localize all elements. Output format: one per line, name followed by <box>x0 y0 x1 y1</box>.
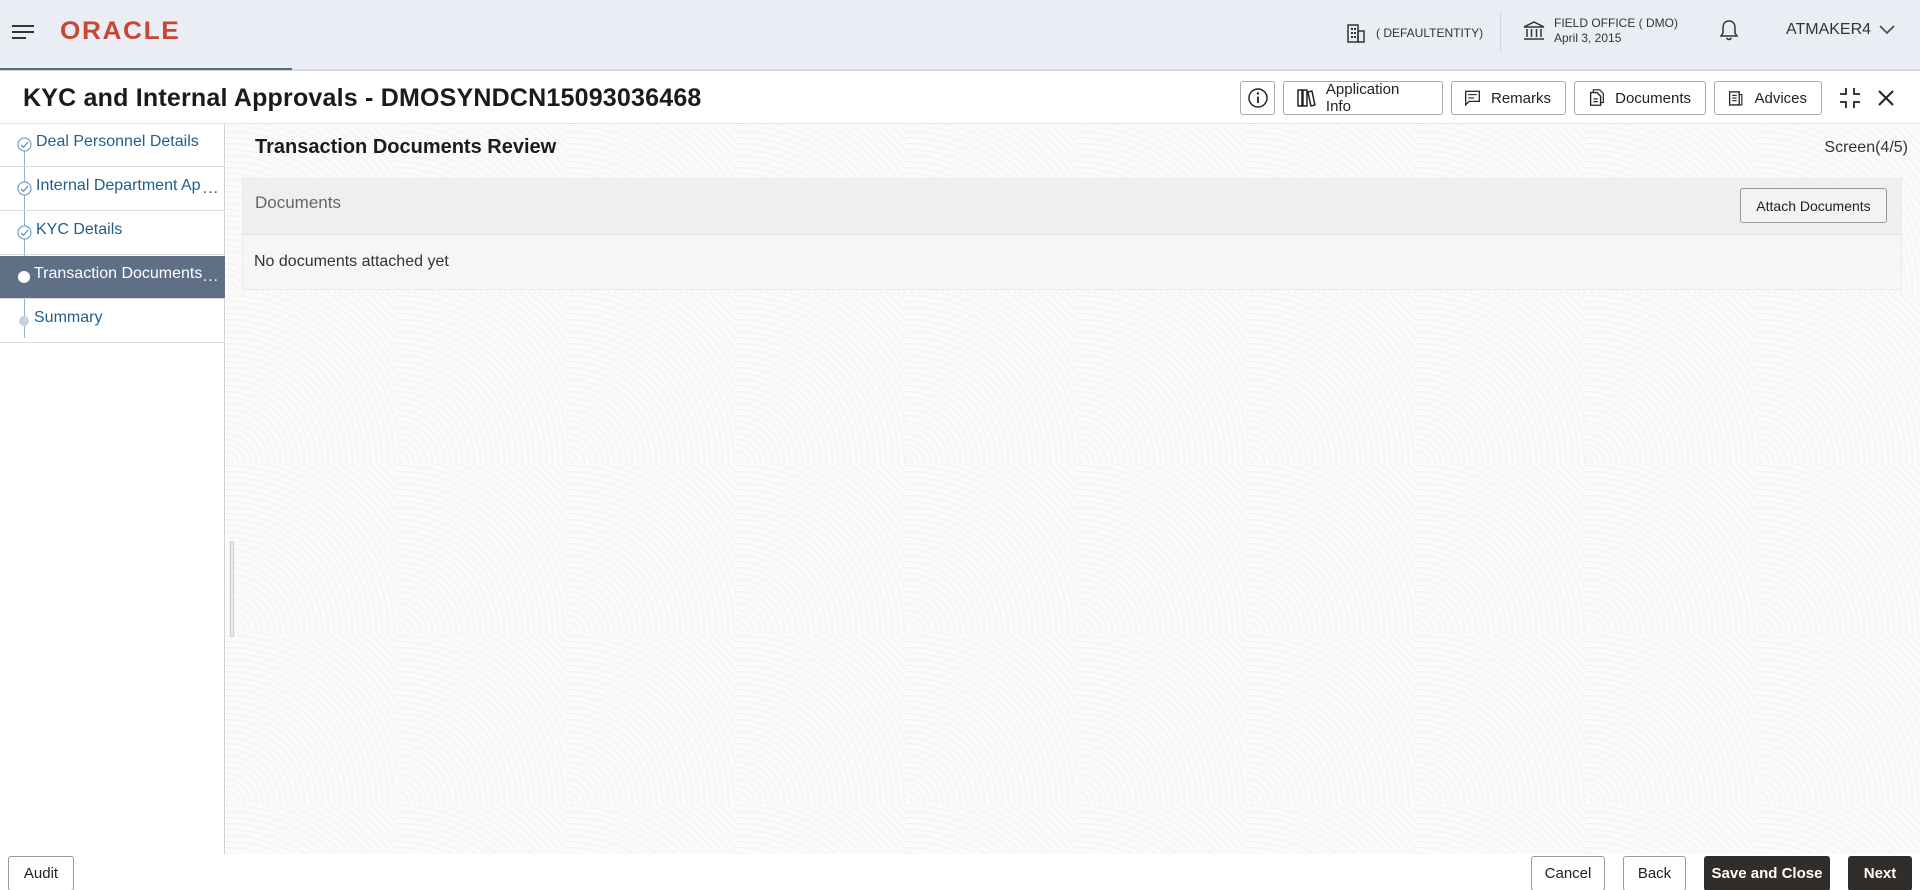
back-button[interactable]: Back <box>1623 856 1686 890</box>
office-selector[interactable]: FIELD OFFICE ( DMO) April 3, 2015 <box>1522 16 1678 46</box>
train-step-internal-department[interactable]: Internal Department Ap ... <box>0 168 225 211</box>
next-button[interactable]: Next <box>1848 856 1912 890</box>
remarks-icon <box>1465 90 1480 107</box>
panel-splitter-handle[interactable] <box>230 541 234 637</box>
pending-step-dot <box>19 316 29 326</box>
documents-panel: Documents Attach Documents No documents … <box>242 178 1902 290</box>
close-icon[interactable] <box>1874 86 1898 110</box>
chevron-down-icon <box>1879 25 1895 35</box>
application-info-button[interactable]: Application Info <box>1283 81 1443 115</box>
user-name: ATMAKER4 <box>1786 21 1872 38</box>
active-step-dot <box>18 271 30 283</box>
building-icon <box>1347 24 1365 43</box>
section-title: Transaction Documents Review <box>255 136 557 158</box>
office-info: FIELD OFFICE ( DMO) April 3, 2015 <box>1554 16 1678 46</box>
save-and-close-button[interactable]: Save and Close <box>1704 856 1830 890</box>
train-step-deal-personnel[interactable]: Deal Personnel Details <box>0 124 225 167</box>
info-button[interactable] <box>1240 81 1275 115</box>
advices-button[interactable]: Advices <box>1714 81 1822 115</box>
attach-documents-button[interactable]: Attach Documents <box>1740 188 1887 223</box>
oracle-logo: ORACLE <box>60 17 181 45</box>
application-info-icon <box>1297 89 1316 107</box>
application-info-label: Application Info <box>1325 81 1400 115</box>
check-circle-icon <box>17 137 32 152</box>
window-title: KYC and Internal Approvals - DMOSYNDCN15… <box>23 84 702 112</box>
no-documents-message: No documents attached yet <box>254 253 449 270</box>
documents-label: Documents <box>1615 89 1691 107</box>
kyc-approvals-window: KYC and Internal Approvals - DMOSYNDCN15… <box>0 70 1920 890</box>
ellipsis: ... <box>202 268 219 285</box>
documents-icon <box>1589 89 1604 106</box>
window-titlebar: KYC and Internal Approvals - DMOSYNDCN15… <box>0 71 1920 124</box>
step-train: Deal Personnel Details Internal Departme… <box>0 124 225 854</box>
office-date: April 3, 2015 <box>1554 31 1622 45</box>
cancel-button[interactable]: Cancel <box>1531 856 1605 890</box>
remarks-label: Remarks <box>1490 89 1551 107</box>
menu-icon[interactable] <box>12 22 36 40</box>
user-menu[interactable]: ATMAKER4 <box>1786 21 1895 39</box>
entity-label: ( DEFAULTENTITY) <box>1376 26 1484 40</box>
remarks-button[interactable]: Remarks <box>1451 81 1566 115</box>
info-icon <box>1247 88 1268 108</box>
bell-icon[interactable] <box>1718 18 1740 42</box>
app-header: ORACLE ( DEFAULTENTITY) FIELD OFFICE ( D… <box>0 0 1920 70</box>
train-step-label: KYC Details <box>36 221 123 238</box>
train-step-kyc-details[interactable]: KYC Details <box>0 212 225 255</box>
collapse-icon[interactable] <box>1838 86 1862 110</box>
check-circle-icon <box>17 225 32 240</box>
header-divider <box>1500 12 1501 52</box>
screen-counter: Screen(4/5) <box>1824 139 1908 156</box>
documents-button[interactable]: Documents <box>1574 81 1706 115</box>
train-step-label: Summary <box>34 309 103 326</box>
documents-panel-title: Documents <box>255 193 341 212</box>
train-step-summary[interactable]: Summary <box>0 300 225 343</box>
train-step-label: Transaction Documents <box>34 265 203 282</box>
window-footer: Audit Cancel Back Save and Close Next <box>0 854 1920 890</box>
train-step-transaction-documents[interactable]: Transaction Documents ... <box>0 256 225 299</box>
train-step-label: Deal Personnel Details <box>36 133 199 150</box>
bank-icon <box>1523 21 1545 40</box>
check-circle-icon <box>17 181 32 196</box>
train-step-label: Internal Department Ap <box>36 177 201 194</box>
entity-selector[interactable]: ( DEFAULTENTITY) <box>1346 20 1483 46</box>
audit-button[interactable]: Audit <box>8 856 74 890</box>
advices-label: Advices <box>1754 89 1807 107</box>
documents-panel-header: Documents Attach Documents <box>243 179 1901 235</box>
office-name: FIELD OFFICE ( DMO) <box>1554 16 1678 30</box>
ellipsis: ... <box>202 180 219 197</box>
advices-icon <box>1728 91 1743 106</box>
main-content: Transaction Documents Review Screen(4/5)… <box>226 124 1920 854</box>
